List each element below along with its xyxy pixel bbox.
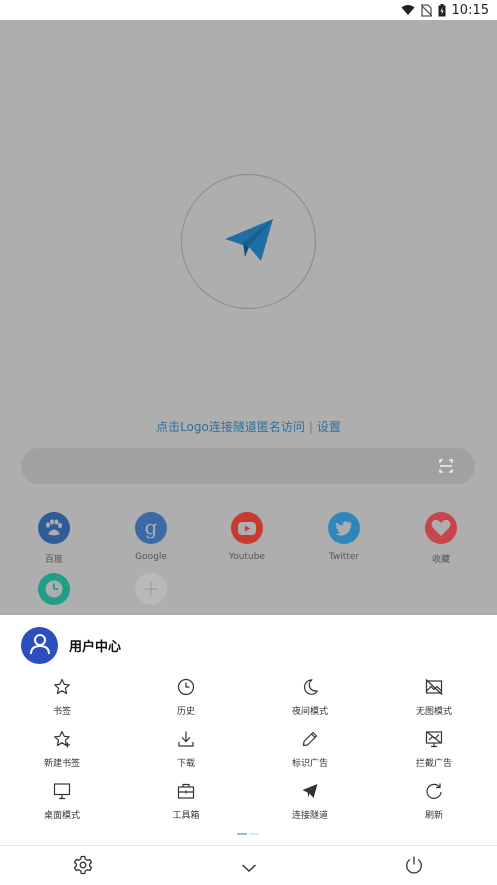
clock-icon xyxy=(146,676,226,698)
shortcut-add[interactable] xyxy=(121,573,181,605)
shortcut-label: Google xyxy=(135,552,167,562)
gear-icon xyxy=(73,855,93,879)
power-icon xyxy=(404,855,424,879)
download-icon xyxy=(146,728,226,750)
tip-separator: | xyxy=(308,420,313,434)
shortcut-baidu[interactable]: 百度 xyxy=(24,512,84,565)
pen-icon xyxy=(270,728,350,750)
plus-icon xyxy=(135,573,167,605)
page-indicator xyxy=(237,833,259,835)
menu-night-mode[interactable]: 夜间模式 xyxy=(270,676,350,717)
chevron-down-icon xyxy=(241,858,257,877)
tunnel-tip: 点击Logo连接隧道匿名访问 | 设置 xyxy=(0,418,497,435)
shortcut-youtube[interactable]: Youtube xyxy=(217,512,277,562)
menu-refresh[interactable]: 刷新 xyxy=(394,780,474,821)
menu-label: 连接隧道 xyxy=(291,811,328,821)
paper-plane-icon xyxy=(270,780,350,802)
toolbox-icon xyxy=(146,780,226,802)
menu-label: 历史 xyxy=(176,707,195,717)
menu-label: 工具箱 xyxy=(172,811,200,821)
exit-button[interactable] xyxy=(403,856,425,878)
page-dot xyxy=(249,833,259,835)
user-icon xyxy=(29,633,51,659)
menu-label: 下载 xyxy=(176,759,195,769)
clock-icon xyxy=(38,573,70,605)
status-bar: 10:15 xyxy=(0,0,497,20)
menu-downloads[interactable]: 下载 xyxy=(146,728,226,769)
menu-no-image-mode[interactable]: 无图模式 xyxy=(394,676,474,717)
shortcut-label: 收藏 xyxy=(431,555,450,565)
baidu-icon xyxy=(38,512,70,544)
page-dot-active xyxy=(237,833,247,835)
menu-label: 夜间模式 xyxy=(291,707,328,717)
shortcut-label: Twitter xyxy=(328,552,360,562)
shortcut-label: Youtube xyxy=(229,552,265,562)
menu-connect-tunnel[interactable]: 连接隧道 xyxy=(270,780,350,821)
menu-label: 刷新 xyxy=(424,811,443,821)
block-ad-icon xyxy=(394,728,474,750)
no-image-icon xyxy=(394,676,474,698)
menu-label: 新建书签 xyxy=(43,759,80,769)
tip-settings-link[interactable]: 设置 xyxy=(317,420,341,434)
shortcut-label: 百度 xyxy=(44,555,63,565)
menu-sheet: 用户中心 书签 历史 夜间模式 无图模式 新建书签 下载 标识广告 拦截广告 桌… xyxy=(0,615,497,885)
menu-block-ads[interactable]: 拦截广告 xyxy=(394,728,474,769)
settings-button[interactable] xyxy=(72,855,94,879)
tip-link[interactable]: 点击Logo连接隧道匿名访问 xyxy=(156,420,305,434)
moon-icon xyxy=(270,676,350,698)
menu-history[interactable]: 历史 xyxy=(146,676,226,717)
tunnel-logo-button[interactable] xyxy=(181,174,316,309)
user-center[interactable]: 用户中心 xyxy=(21,627,121,664)
menu-new-bookmark[interactable]: 新建书签 xyxy=(22,728,102,769)
shortcut-history[interactable]: 历史 xyxy=(24,573,84,615)
bottom-bar xyxy=(0,845,497,885)
refresh-icon xyxy=(394,780,474,802)
shortcut-twitter[interactable]: Twitter xyxy=(314,512,374,562)
status-time: 10:15 xyxy=(451,2,489,18)
user-center-title: 用户中心 xyxy=(69,640,122,655)
menu-label: 无图模式 xyxy=(415,707,452,717)
no-sim-icon xyxy=(420,3,432,17)
menu-label: 书签 xyxy=(52,707,71,717)
shortcut-google[interactable]: g Google xyxy=(121,512,181,562)
scan-icon[interactable] xyxy=(439,458,453,477)
collapse-menu-button[interactable] xyxy=(238,856,260,878)
menu-bookmarks[interactable]: 书签 xyxy=(22,676,102,717)
menu-mark-ads[interactable]: 标识广告 xyxy=(270,728,350,769)
menu-toolbox[interactable]: 工具箱 xyxy=(146,780,226,821)
shortcut-favorites[interactable]: 收藏 xyxy=(411,512,471,565)
menu-label: 拦截广告 xyxy=(415,759,452,769)
menu-desktop-mode[interactable]: 桌面模式 xyxy=(22,780,102,821)
paper-plane-logo-icon xyxy=(223,217,275,267)
desktop-icon xyxy=(22,780,102,802)
google-icon: g xyxy=(135,512,167,544)
star-plus-icon xyxy=(22,728,102,750)
menu-label: 桌面模式 xyxy=(43,811,80,821)
menu-label: 标识广告 xyxy=(291,759,328,769)
svg-text:g: g xyxy=(145,517,158,539)
battery-icon xyxy=(438,3,446,17)
home-page-overlay[interactable]: 点击Logo连接隧道匿名访问 | 设置 百度 g Google Youtube Tw… xyxy=(0,20,497,615)
star-icon xyxy=(22,676,102,698)
wifi-icon xyxy=(401,4,415,16)
address-bar[interactable] xyxy=(21,448,475,484)
twitter-icon xyxy=(328,512,360,544)
youtube-icon xyxy=(231,512,263,544)
heart-icon xyxy=(425,512,457,544)
avatar[interactable] xyxy=(21,627,58,664)
